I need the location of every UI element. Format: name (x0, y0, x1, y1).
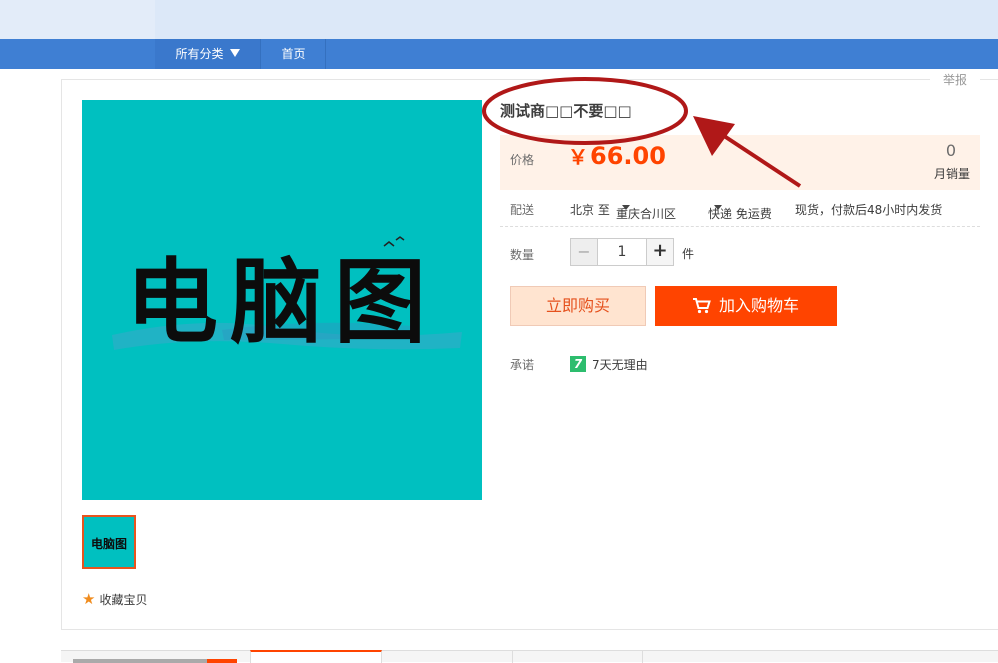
shipping-row: 配送 北京 至 重庆合川区 快递 免运费 现货，付款后48小时内发货 (500, 197, 980, 227)
top-bar (0, 0, 998, 39)
shipping-destination-select[interactable]: 重庆合川区 (616, 201, 676, 221)
quantity-label: 数量 (510, 248, 535, 262)
nav-all-categories[interactable]: 所有分类 (155, 39, 261, 69)
triangle-down-icon (229, 49, 240, 57)
price-box: 价格 ￥66.00 0 月销量 (500, 135, 980, 190)
shipping-destination: 重庆合川区 (616, 207, 677, 221)
favorite-label: 收藏宝贝 (99, 593, 148, 607)
thumbnail-text: 电脑图 (91, 536, 127, 551)
tab-active[interactable] (250, 650, 382, 663)
shipping-label: 配送 (510, 203, 535, 217)
add-to-cart-button[interactable]: 加入购物车 (655, 286, 837, 326)
thumbnail-image: 电脑图 (91, 536, 127, 551)
buy-now-button[interactable]: 立即购买 (510, 286, 646, 326)
price-value: ￥66.00 (568, 141, 666, 170)
price-amount: 66.00 (590, 142, 666, 170)
calligraphy-image: 电脑图 (112, 236, 462, 356)
star-icon: ★ (82, 590, 96, 608)
favorite-item-button[interactable]: ★ 收藏宝贝 (82, 590, 147, 608)
detail-tabs-bar (61, 650, 998, 663)
quantity-unit: 件 (682, 247, 695, 261)
quantity-input[interactable]: 1 (597, 238, 647, 266)
top-bar-left (0, 0, 155, 39)
seven-day-return-icon: 7 (570, 356, 586, 372)
tab-indicator-accent (207, 659, 237, 663)
shipping-method: 快递 免运费 (708, 207, 772, 221)
image-calligraphy-text: 电脑图 (126, 248, 438, 356)
monthly-sales-count: 0 (945, 141, 956, 160)
tab-divider (512, 651, 513, 663)
nav-home[interactable]: 首页 (262, 39, 326, 69)
shipping-from: 北京 至 (570, 203, 610, 217)
price-label: 价格 (510, 153, 535, 167)
shipping-method-select[interactable]: 快递 免运费 (708, 201, 772, 221)
quantity-increase-button[interactable]: + (646, 238, 674, 266)
promise-text[interactable]: 7天无理由 (592, 356, 648, 373)
tab-divider (642, 651, 643, 663)
quantity-decrease-button[interactable]: − (570, 238, 598, 266)
cart-icon (692, 298, 711, 314)
nav-all-categories-label: 所有分类 (175, 47, 224, 61)
report-link[interactable]: 举报 (930, 71, 980, 89)
product-title: 测试商□□不要□□ (500, 102, 632, 120)
navigation-bar: 所有分类 首页 (0, 39, 998, 69)
promise-label: 承诺 (510, 358, 535, 372)
monthly-sales-label: 月销量 (933, 167, 970, 181)
product-main-image[interactable]: 电脑图 (82, 100, 482, 500)
product-thumbnail[interactable]: 电脑图 (82, 515, 136, 569)
add-to-cart-label: 加入购物车 (718, 296, 799, 315)
currency-symbol: ￥ (568, 145, 588, 169)
shipping-note: 现货，付款后48小时内发货 (795, 203, 943, 217)
